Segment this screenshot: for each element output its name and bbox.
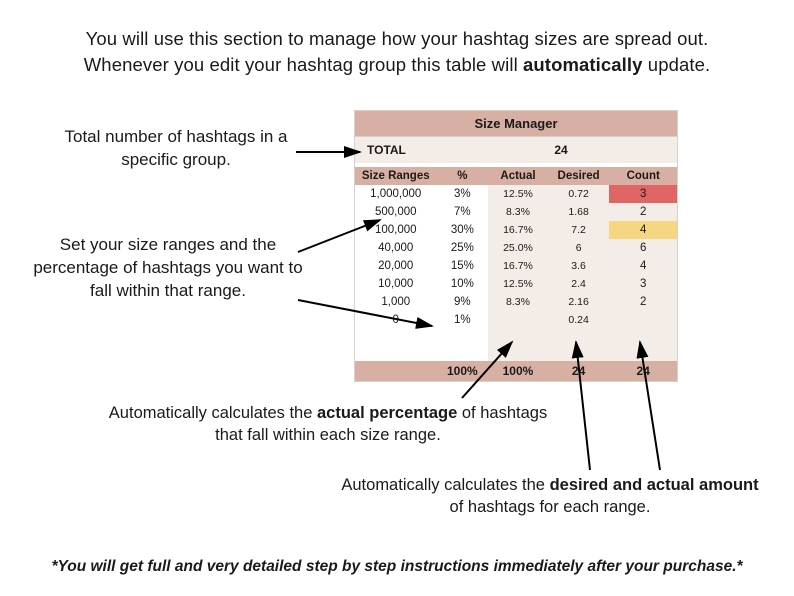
intro-line2-bold: automatically <box>523 54 643 75</box>
annotation-desired-pre: Automatically calculates the <box>341 476 549 494</box>
cell-desired: 6 <box>548 239 610 257</box>
cell-pct: 15% <box>437 257 489 275</box>
intro-text: You will use this section to manage how … <box>30 26 764 78</box>
cell-desired: 3.6 <box>548 257 610 275</box>
cell-count: 2 <box>609 203 677 221</box>
cell-range: 1,000,000 <box>355 185 437 203</box>
cell-range: 40,000 <box>355 239 437 257</box>
annotation-actual-bold: actual percentage <box>317 404 457 422</box>
footer-actual: 100% <box>488 361 548 381</box>
header-desired: Desired <box>548 167 610 185</box>
annotation-desired: Automatically calculates the desired and… <box>340 474 760 519</box>
cell-pct: 10% <box>437 275 489 293</box>
table-title: Size Manager <box>355 111 677 137</box>
header-pct: % <box>437 167 489 185</box>
total-value: 24 <box>445 143 677 157</box>
cell-desired: 0.24 <box>548 311 610 329</box>
intro-line2-post: update. <box>643 54 711 75</box>
table-row: 500,0007%8.3%1.682 <box>355 203 677 221</box>
cell-desired: 1.68 <box>548 203 610 221</box>
cell-desired: 2.4 <box>548 275 610 293</box>
cell-range: 100,000 <box>355 221 437 239</box>
cell-count: 2 <box>609 293 677 311</box>
cell-actual: 25.0% <box>488 239 548 257</box>
cell-desired: 2.16 <box>548 293 610 311</box>
cell-count: 4 <box>609 257 677 275</box>
cell-pct: 7% <box>437 203 489 221</box>
annotation-desired-bold: desired and actual amount <box>550 476 759 494</box>
header-actual: Actual <box>488 167 548 185</box>
header-range: Size Ranges <box>355 167 437 185</box>
cell-count: 6 <box>609 239 677 257</box>
cell-pct: 9% <box>437 293 489 311</box>
cell-pct: 3% <box>437 185 489 203</box>
table-empty-row <box>355 345 677 361</box>
footer-pct: 100% <box>437 361 489 381</box>
cell-range: 1,000 <box>355 293 437 311</box>
footer-range <box>355 361 437 381</box>
footer-desired: 24 <box>548 361 610 381</box>
total-label: TOTAL <box>355 143 445 157</box>
table-header-row: Size Ranges % Actual Desired Count <box>355 167 677 185</box>
annotation-actual-pre: Automatically calculates the <box>109 404 317 422</box>
cell-pct: 30% <box>437 221 489 239</box>
cell-actual: 16.7% <box>488 221 548 239</box>
table-row: 01% 0.24 <box>355 311 677 329</box>
annotation-total: Total number of hashtags in a specific g… <box>46 126 306 172</box>
cell-actual: 16.7% <box>488 257 548 275</box>
table-footer-row: 100% 100% 24 24 <box>355 361 677 381</box>
table-total-row: TOTAL 24 <box>355 137 677 163</box>
header-count: Count <box>609 167 677 185</box>
size-manager-table: Size Manager TOTAL 24 Size Ranges % Actu… <box>354 110 678 382</box>
intro-line2-pre: Whenever you edit your hashtag group thi… <box>84 54 523 75</box>
cell-actual: 12.5% <box>488 185 548 203</box>
cell-desired: 7.2 <box>548 221 610 239</box>
cell-count <box>609 311 677 329</box>
cell-actual: 8.3% <box>488 293 548 311</box>
table-row: 1,000,0003%12.5%0.723 <box>355 185 677 203</box>
annotation-desired-post: of hashtags for each range. <box>450 498 651 516</box>
cell-count: 3 <box>609 185 677 203</box>
table-row: 10,00010%12.5%2.43 <box>355 275 677 293</box>
table-row: 100,00030%16.7%7.24 <box>355 221 677 239</box>
table-row: 1,0009%8.3%2.162 <box>355 293 677 311</box>
cell-range: 500,000 <box>355 203 437 221</box>
table-row: 20,00015%16.7%3.64 <box>355 257 677 275</box>
footer-count: 24 <box>609 361 677 381</box>
intro-line1: You will use this section to manage how … <box>86 28 709 49</box>
cell-range: 20,000 <box>355 257 437 275</box>
cell-range: 10,000 <box>355 275 437 293</box>
cell-count: 3 <box>609 275 677 293</box>
cell-pct: 1% <box>437 311 489 329</box>
cell-actual: 12.5% <box>488 275 548 293</box>
annotation-ranges: Set your size ranges and the percentage … <box>28 234 308 303</box>
table-empty-row <box>355 329 677 345</box>
cell-pct: 25% <box>437 239 489 257</box>
annotation-actual: Automatically calculates the actual perc… <box>108 402 548 447</box>
cell-actual <box>488 311 548 329</box>
table-row: 40,00025%25.0%66 <box>355 239 677 257</box>
cell-count: 4 <box>609 221 677 239</box>
footer-note: *You will get full and very detailed ste… <box>30 558 764 576</box>
cell-actual: 8.3% <box>488 203 548 221</box>
cell-desired: 0.72 <box>548 185 610 203</box>
cell-range: 0 <box>355 311 437 329</box>
